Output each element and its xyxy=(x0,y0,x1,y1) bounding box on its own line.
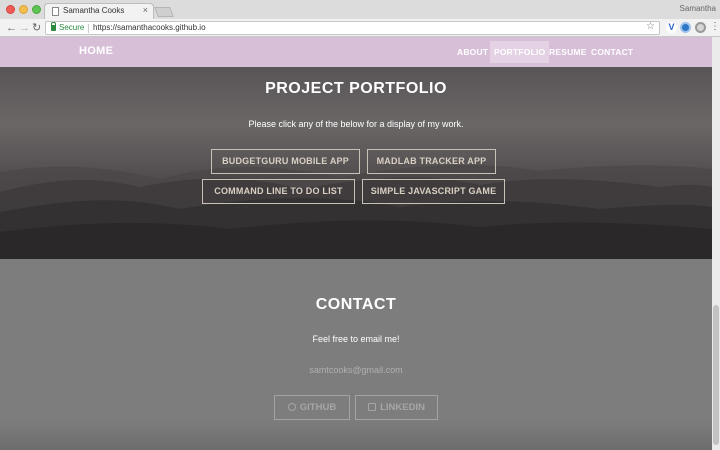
linkedin-label: LINKEDIN xyxy=(380,402,425,413)
profile-name[interactable]: Samantha xyxy=(680,4,716,13)
portfolio-title: PROJECT PORTFOLIO xyxy=(265,80,447,97)
linkedin-button[interactable]: LINKEDIN xyxy=(355,395,438,420)
github-button[interactable]: GITHUB xyxy=(274,395,350,420)
site-navbar: HOME ABOUT PORTFOLIO RESUME CONTACT xyxy=(0,37,712,67)
portfolio-section: PROJECT PORTFOLIO Please click any of th… xyxy=(0,67,712,259)
tab-title: Samantha Cooks xyxy=(63,6,125,15)
javascript-game-button[interactable]: SIMPLE JAVASCRIPT GAME xyxy=(362,179,505,204)
browser-menu-icon[interactable]: ⋮ xyxy=(710,21,720,33)
browser-tab-bar: Samantha Cooks × Samantha xyxy=(0,0,720,19)
nav-resume-link[interactable]: RESUME xyxy=(545,41,591,63)
bottom-shadow xyxy=(0,420,712,450)
reload-icon[interactable]: ↻ xyxy=(32,21,41,35)
extension-gray-icon[interactable] xyxy=(695,22,706,33)
extension-v-icon[interactable]: V xyxy=(666,22,677,33)
nav-contact-link[interactable]: CONTACT xyxy=(587,41,637,63)
contact-section: CONTACT Feel free to email me! samtcooks… xyxy=(0,259,712,450)
page-icon xyxy=(52,7,59,16)
back-arrow-icon[interactable]: ← xyxy=(6,21,17,35)
minimize-window-button[interactable] xyxy=(19,5,28,14)
url-text[interactable]: https://samanthacooks.github.io xyxy=(93,23,206,32)
address-bar[interactable]: Secure https://samanthacooks.github.io ☆ xyxy=(45,21,660,35)
forward-arrow-icon[interactable]: → xyxy=(19,21,30,35)
browser-tab[interactable]: Samantha Cooks × xyxy=(44,3,154,19)
tab-close-icon[interactable]: × xyxy=(143,5,148,15)
omnibox-divider xyxy=(88,24,89,33)
budgetguru-button[interactable]: BUDGETGURU MOBILE APP xyxy=(211,149,360,174)
nav-about-link[interactable]: ABOUT xyxy=(453,41,492,63)
command-line-todo-button[interactable]: COMMAND LINE TO DO LIST xyxy=(202,179,355,204)
bookmark-star-icon[interactable]: ☆ xyxy=(646,21,655,32)
lock-icon xyxy=(51,22,56,31)
extension-blue-icon[interactable] xyxy=(680,22,691,33)
contact-title: CONTACT xyxy=(315,296,397,313)
madlab-tracker-button[interactable]: MADLAB TRACKER APP xyxy=(367,149,496,174)
nav-portfolio-link[interactable]: PORTFOLIO xyxy=(490,41,550,63)
email-link[interactable]: samtcooks@gmail.com xyxy=(0,365,712,375)
home-link[interactable]: HOME xyxy=(79,45,113,57)
github-icon xyxy=(287,403,296,411)
new-tab-button[interactable] xyxy=(154,7,174,17)
linkedin-icon xyxy=(368,403,377,411)
page-scrollbar-thumb[interactable] xyxy=(713,305,719,445)
contact-subtitle: Feel free to email me! xyxy=(312,334,400,344)
secure-label: Secure xyxy=(59,23,85,32)
maximize-window-button[interactable] xyxy=(32,5,41,14)
portfolio-subtitle: Please click any of the below for a disp… xyxy=(248,119,464,129)
browser-toolbar: ← → ↻ Secure https://samanthacooks.githu… xyxy=(0,19,720,37)
github-label: GITHUB xyxy=(299,402,337,413)
close-window-button[interactable] xyxy=(6,5,15,14)
